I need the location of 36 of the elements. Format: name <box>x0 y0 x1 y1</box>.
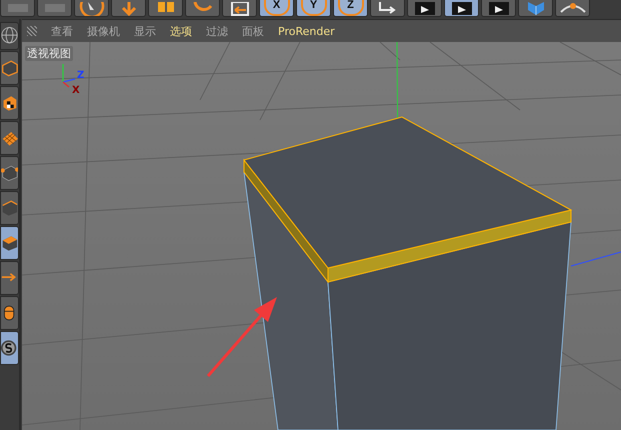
toolbar-button[interactable] <box>481 0 516 17</box>
axis-lock-button[interactable]: Z <box>333 0 368 17</box>
view-name-label: 透视视图 <box>25 46 73 61</box>
toolbar-button[interactable] <box>222 0 257 17</box>
viewport-canvas[interactable]: 透视视图 Z X <box>22 42 621 430</box>
menu-item[interactable]: 显示 <box>134 24 156 38</box>
menu-item[interactable]: 过滤 <box>206 24 228 38</box>
toolbar-button[interactable] <box>111 0 146 17</box>
axis-lock-button[interactable]: Y <box>296 0 331 17</box>
toolbar-button[interactable] <box>185 0 220 17</box>
menu-item[interactable]: 摄像机 <box>87 24 120 38</box>
menu-item[interactable]: ProRender <box>278 24 335 38</box>
toolbar-button[interactable] <box>407 0 442 17</box>
tool-button[interactable] <box>0 331 19 365</box>
menu-item[interactable]: 选项 <box>170 24 192 38</box>
tool-button[interactable] <box>0 121 19 155</box>
tool-button[interactable] <box>0 86 19 120</box>
tool-button[interactable] <box>0 296 19 330</box>
menu-item[interactable]: 查看 <box>51 24 73 38</box>
tool-button[interactable] <box>0 22 19 50</box>
tool-button[interactable] <box>0 51 19 85</box>
toolbar-button[interactable] <box>444 0 479 17</box>
pointer-icon <box>78 2 106 16</box>
toolbar-button[interactable] <box>555 0 590 17</box>
tool-button[interactable] <box>0 156 19 190</box>
axis-lock-button[interactable]: X <box>259 0 294 17</box>
tool-button[interactable] <box>0 191 19 225</box>
toolbar-button[interactable] <box>148 0 183 17</box>
tool-button[interactable] <box>0 261 19 295</box>
toolbar-button[interactable] <box>74 0 109 17</box>
box-drawing[interactable] <box>243 116 572 430</box>
toolbar-button[interactable] <box>370 0 405 17</box>
menu-item[interactable]: 面板 <box>242 24 264 38</box>
x-axis-line <box>570 252 621 266</box>
panel-grip-icon <box>27 26 37 36</box>
tool-button[interactable] <box>0 226 19 260</box>
